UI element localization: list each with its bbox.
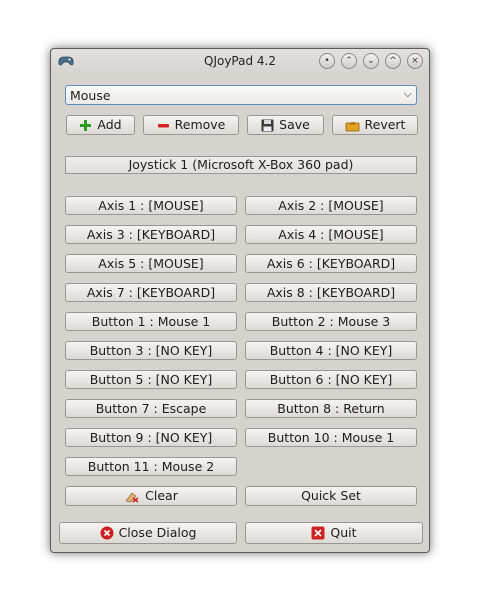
minimize-button[interactable]: •	[319, 53, 335, 69]
clear-label: Clear	[145, 488, 178, 503]
mapping-button[interactable]: Button 2 : Mouse 3	[245, 312, 417, 331]
minus-icon	[157, 124, 169, 128]
mapping-button[interactable]: Button 6 : [NO KEY]	[245, 370, 417, 389]
mapping-button[interactable]: Axis 3 : [KEYBOARD]	[65, 225, 237, 244]
mapping-label: Axis 8 : [KEYBOARD]	[266, 285, 396, 300]
mapping-label: Button 5 : [NO KEY]	[89, 372, 213, 387]
keep-above-button[interactable]: ⌃	[341, 53, 357, 69]
quit-label: Quit	[330, 525, 357, 540]
mapping-button[interactable]: Axis 4 : [MOUSE]	[245, 225, 417, 244]
quit-icon	[311, 526, 325, 540]
layout-select[interactable]: Mouse ⌵	[65, 85, 417, 105]
mapping-button[interactable]: Axis 7 : [KEYBOARD]	[65, 283, 237, 302]
mapping-button[interactable]: Button 1 : Mouse 1	[65, 312, 237, 331]
mapping-label: Axis 5 : [MOUSE]	[98, 256, 204, 271]
add-label: Add	[97, 117, 122, 132]
chevron-down-icon: ⌵	[403, 87, 412, 100]
close-dialog-label: Close Dialog	[118, 525, 197, 540]
mapping-label: Button 4 : [NO KEY]	[269, 343, 393, 358]
mapping-button[interactable]: Axis 1 : [MOUSE]	[65, 196, 237, 215]
mapping-label: Button 8 : Return	[277, 401, 385, 416]
joystick-label: Joystick 1 (Microsoft X-Box 360 pad)	[65, 156, 417, 174]
remove-label: Remove	[174, 117, 226, 132]
close-window-button[interactable]: ×	[407, 53, 423, 69]
revert-button[interactable]: Revert	[332, 115, 418, 135]
mapping-label: Axis 1 : [MOUSE]	[98, 198, 204, 213]
eraser-icon	[125, 492, 139, 503]
close-dialog-button[interactable]: Close Dialog	[59, 522, 237, 544]
remove-button[interactable]: Remove	[143, 115, 239, 135]
layout-select-value: Mouse	[70, 88, 111, 103]
mapping-button[interactable]: Button 10 : Mouse 1	[245, 428, 417, 447]
mapping-label: Button 1 : Mouse 1	[91, 314, 211, 329]
mapping-label: Button 7 : Escape	[95, 401, 207, 416]
mapping-label: Button 11 : Mouse 2	[87, 459, 215, 474]
mapping-label: Button 2 : Mouse 3	[271, 314, 391, 329]
mapping-label: Button 6 : [NO KEY]	[269, 372, 393, 387]
close-circle-icon	[100, 526, 114, 540]
mapping-button[interactable]: Button 4 : [NO KEY]	[245, 341, 417, 360]
mapping-button[interactable]: Button 3 : [NO KEY]	[65, 341, 237, 360]
mapping-button[interactable]: Button 5 : [NO KEY]	[65, 370, 237, 389]
mapping-label: Axis 4 : [MOUSE]	[278, 227, 384, 242]
qjoypad-window: QJoyPad 4.2 • ⌃ ⌄ ^ × Mouse ⌵ Add Remove…	[50, 48, 430, 553]
clear-button[interactable]: Clear	[65, 486, 237, 506]
floppy-disk-icon	[261, 119, 274, 132]
save-button[interactable]: Save	[247, 115, 324, 135]
mapping-label: Axis 3 : [KEYBOARD]	[86, 227, 216, 242]
quick-set-label: Quick Set	[301, 488, 361, 503]
mapping-button[interactable]: Axis 6 : [KEYBOARD]	[245, 254, 417, 273]
quick-set-button[interactable]: Quick Set	[245, 486, 417, 506]
keep-below-button[interactable]: ⌄	[363, 53, 379, 69]
mapping-label: Axis 7 : [KEYBOARD]	[86, 285, 216, 300]
mapping-label: Axis 2 : [MOUSE]	[278, 198, 384, 213]
mapping-label: Button 10 : Mouse 1	[267, 430, 395, 445]
maximize-button[interactable]: ^	[385, 53, 401, 69]
mapping-button[interactable]: Button 9 : [NO KEY]	[65, 428, 237, 447]
mapping-label: Axis 6 : [KEYBOARD]	[266, 256, 396, 271]
quit-button[interactable]: Quit	[245, 522, 423, 544]
mapping-button[interactable]: Button 11 : Mouse 2	[65, 457, 237, 476]
mapping-button[interactable]: Axis 5 : [MOUSE]	[65, 254, 237, 273]
revert-label: Revert	[364, 117, 406, 132]
save-label: Save	[279, 117, 310, 132]
mapping-label: Button 3 : [NO KEY]	[89, 343, 213, 358]
add-button[interactable]: Add	[66, 115, 135, 135]
plus-icon	[80, 120, 92, 131]
mapping-button[interactable]: Button 7 : Escape	[65, 399, 237, 418]
mapping-button[interactable]: Button 8 : Return	[245, 399, 417, 418]
mapping-button[interactable]: Axis 8 : [KEYBOARD]	[245, 283, 417, 302]
revert-icon	[345, 121, 359, 132]
mapping-label: Button 9 : [NO KEY]	[89, 430, 213, 445]
title-bar[interactable]: QJoyPad 4.2 • ⌃ ⌄ ^ ×	[51, 49, 429, 75]
mapping-button[interactable]: Axis 2 : [MOUSE]	[245, 196, 417, 215]
